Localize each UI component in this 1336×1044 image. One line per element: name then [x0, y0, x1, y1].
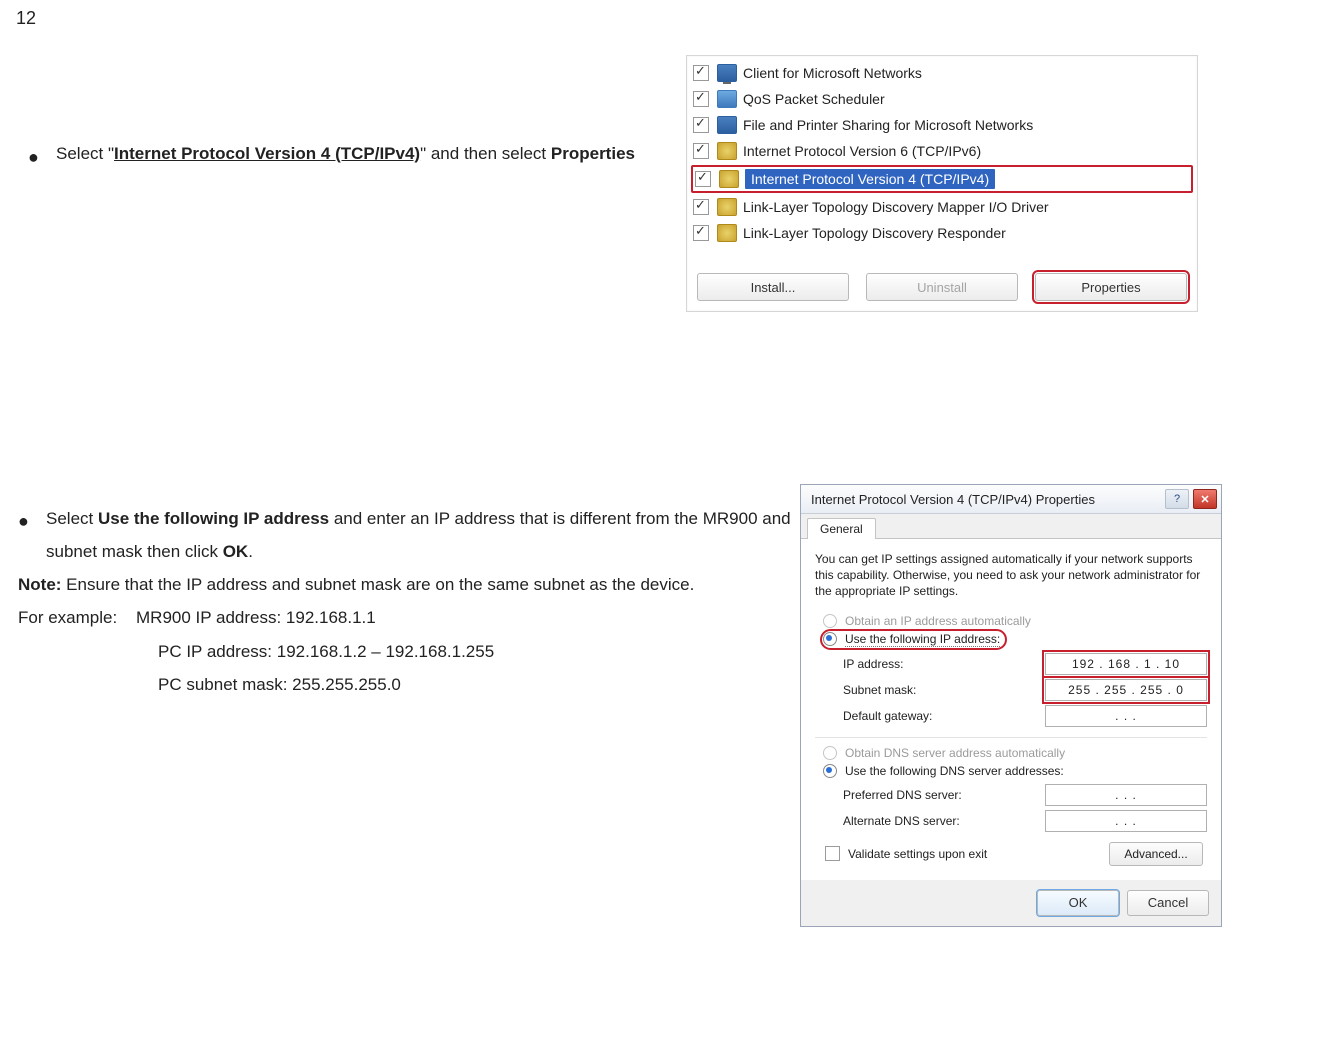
- alternate-dns-label: Alternate DNS server:: [843, 814, 960, 828]
- separator: [815, 737, 1207, 738]
- dialog-titlebar: Internet Protocol Version 4 (TCP/IPv4) P…: [801, 485, 1221, 514]
- radio-label: Use the following DNS server addresses:: [845, 764, 1064, 778]
- s1-bold2: Properties: [551, 144, 635, 163]
- preferred-dns-field[interactable]: . . .: [1045, 784, 1207, 806]
- bullet-icon: ●: [18, 502, 46, 568]
- radio-icon[interactable]: [823, 764, 837, 778]
- dialog-body: You can get IP settings assigned automat…: [801, 538, 1221, 880]
- note-label: Note:: [18, 575, 61, 594]
- cancel-button[interactable]: Cancel: [1127, 890, 1209, 916]
- network-item-label: QoS Packet Scheduler: [743, 91, 885, 107]
- radio-icon: [823, 746, 837, 760]
- protocol-icon: [717, 224, 737, 242]
- radio-label: Obtain DNS server address automatically: [845, 746, 1065, 760]
- checkbox-icon[interactable]: [695, 171, 711, 187]
- dialog-footer: OK Cancel: [801, 880, 1221, 926]
- panel1-button-row: Install... Uninstall Properties: [687, 254, 1197, 311]
- checkbox-icon[interactable]: [693, 199, 709, 215]
- bullet-icon: ●: [28, 138, 56, 174]
- network-item-label: File and Printer Sharing for Microsoft N…: [743, 117, 1033, 133]
- network-items-list: Client for Microsoft Networks QoS Packet…: [687, 56, 1197, 254]
- validate-label: Validate settings upon exit: [848, 847, 987, 861]
- radio-use-following-dns[interactable]: Use the following DNS server addresses:: [823, 764, 1207, 778]
- s1-bold: Internet Protocol Version 4 (TCP/IPv4): [114, 144, 420, 163]
- dialog-tabs: General: [801, 514, 1221, 538]
- section2-instruction-body: Select Use the following IP address and …: [46, 502, 798, 568]
- example-label: For example:: [18, 601, 136, 634]
- checkbox-icon[interactable]: [693, 117, 709, 133]
- alternate-dns-field[interactable]: . . .: [1045, 810, 1207, 832]
- network-item-label: Link-Layer Topology Discovery Mapper I/O…: [743, 199, 1049, 215]
- checkbox-icon[interactable]: [693, 143, 709, 159]
- network-item-selected[interactable]: Internet Protocol Version 4 (TCP/IPv4): [691, 165, 1193, 193]
- network-item[interactable]: Internet Protocol Version 6 (TCP/IPv6): [693, 138, 1191, 164]
- radio-label: Obtain an IP address automatically: [845, 614, 1031, 628]
- validate-row: Validate settings upon exit Advanced...: [825, 842, 1203, 866]
- s2-bold2: OK: [223, 542, 249, 561]
- subnet-mask-label: Subnet mask:: [843, 683, 916, 697]
- help-icon[interactable]: ?: [1165, 489, 1189, 509]
- note-line: Note: Ensure that the IP address and sub…: [18, 568, 798, 601]
- network-item-label: Link-Layer Topology Discovery Responder: [743, 225, 1006, 241]
- share-icon: [717, 116, 737, 134]
- section1-instruction: ● Select "Internet Protocol Version 4 (T…: [28, 138, 668, 174]
- network-item[interactable]: Link-Layer Topology Discovery Responder: [693, 220, 1191, 246]
- section1-instruction-body: Select "Internet Protocol Version 4 (TCP…: [56, 138, 668, 174]
- ok-button[interactable]: OK: [1037, 890, 1119, 916]
- network-item-label: Client for Microsoft Networks: [743, 65, 922, 81]
- protocol-icon: [717, 142, 737, 160]
- default-gateway-label: Default gateway:: [843, 709, 932, 723]
- radio-obtain-dns-auto: Obtain DNS server address automatically: [823, 746, 1207, 760]
- client-icon: [717, 64, 737, 82]
- radio-icon[interactable]: [823, 632, 837, 646]
- tab-general[interactable]: General: [807, 518, 876, 539]
- install-button[interactable]: Install...: [697, 273, 849, 301]
- checkbox-icon[interactable]: [693, 91, 709, 107]
- radio-obtain-ip-auto[interactable]: Obtain an IP address automatically: [823, 614, 1207, 628]
- properties-button[interactable]: Properties: [1035, 273, 1187, 301]
- example-line: For example: MR900 IP address: 192.168.1…: [18, 601, 798, 634]
- qos-icon: [717, 90, 737, 108]
- radio-use-following-ip[interactable]: Use the following IP address:: [823, 632, 1004, 647]
- network-item[interactable]: File and Printer Sharing for Microsoft N…: [693, 112, 1191, 138]
- close-icon[interactable]: ✕: [1193, 489, 1217, 509]
- section2-instruction: ● Select Use the following IP address an…: [18, 502, 798, 701]
- checkbox-icon[interactable]: [693, 65, 709, 81]
- protocol-icon: [717, 198, 737, 216]
- network-item[interactable]: Client for Microsoft Networks: [693, 60, 1191, 86]
- s2-end: .: [248, 542, 253, 561]
- default-gateway-field[interactable]: . . .: [1045, 705, 1207, 727]
- network-items-panel: Client for Microsoft Networks QoS Packet…: [686, 55, 1198, 312]
- subnet-mask-field[interactable]: 255 . 255 . 255 . 0: [1045, 679, 1207, 701]
- example-val-2: PC IP address: 192.168.1.2 – 192.168.1.2…: [158, 635, 798, 668]
- s2-bold1: Use the following IP address: [98, 509, 329, 528]
- ip-address-label: IP address:: [843, 657, 903, 671]
- dns-group: Preferred DNS server: . . . Alternate DN…: [843, 784, 1207, 832]
- network-item-label: Internet Protocol Version 4 (TCP/IPv4): [745, 169, 995, 189]
- ip-address-group: IP address: 192 . 168 . 1 . 10 Subnet ma…: [843, 653, 1207, 727]
- radio-label: Use the following IP address:: [845, 632, 1000, 647]
- protocol-icon: [719, 170, 739, 188]
- dialog-title: Internet Protocol Version 4 (TCP/IPv4) P…: [811, 492, 1095, 507]
- uninstall-button: Uninstall: [866, 273, 1018, 301]
- dialog-description: You can get IP settings assigned automat…: [815, 551, 1207, 600]
- ipv4-properties-dialog: Internet Protocol Version 4 (TCP/IPv4) P…: [800, 484, 1222, 927]
- advanced-button[interactable]: Advanced...: [1109, 842, 1203, 866]
- checkbox-icon[interactable]: [693, 225, 709, 241]
- network-item[interactable]: QoS Packet Scheduler: [693, 86, 1191, 112]
- example-val-1: MR900 IP address: 192.168.1.1: [136, 601, 376, 634]
- s1-mid: " and then select: [420, 144, 551, 163]
- page-number: 12: [16, 8, 36, 29]
- network-item-label: Internet Protocol Version 6 (TCP/IPv6): [743, 143, 981, 159]
- s1-pre: Select ": [56, 144, 114, 163]
- note-text: Ensure that the IP address and subnet ma…: [61, 575, 694, 594]
- ip-address-field[interactable]: 192 . 168 . 1 . 10: [1045, 653, 1207, 675]
- preferred-dns-label: Preferred DNS server:: [843, 788, 962, 802]
- example-val-3: PC subnet mask: 255.255.255.0: [158, 668, 798, 701]
- radio-icon[interactable]: [823, 614, 837, 628]
- s2-pre: Select: [46, 509, 98, 528]
- validate-checkbox[interactable]: [825, 846, 840, 861]
- network-item[interactable]: Link-Layer Topology Discovery Mapper I/O…: [693, 194, 1191, 220]
